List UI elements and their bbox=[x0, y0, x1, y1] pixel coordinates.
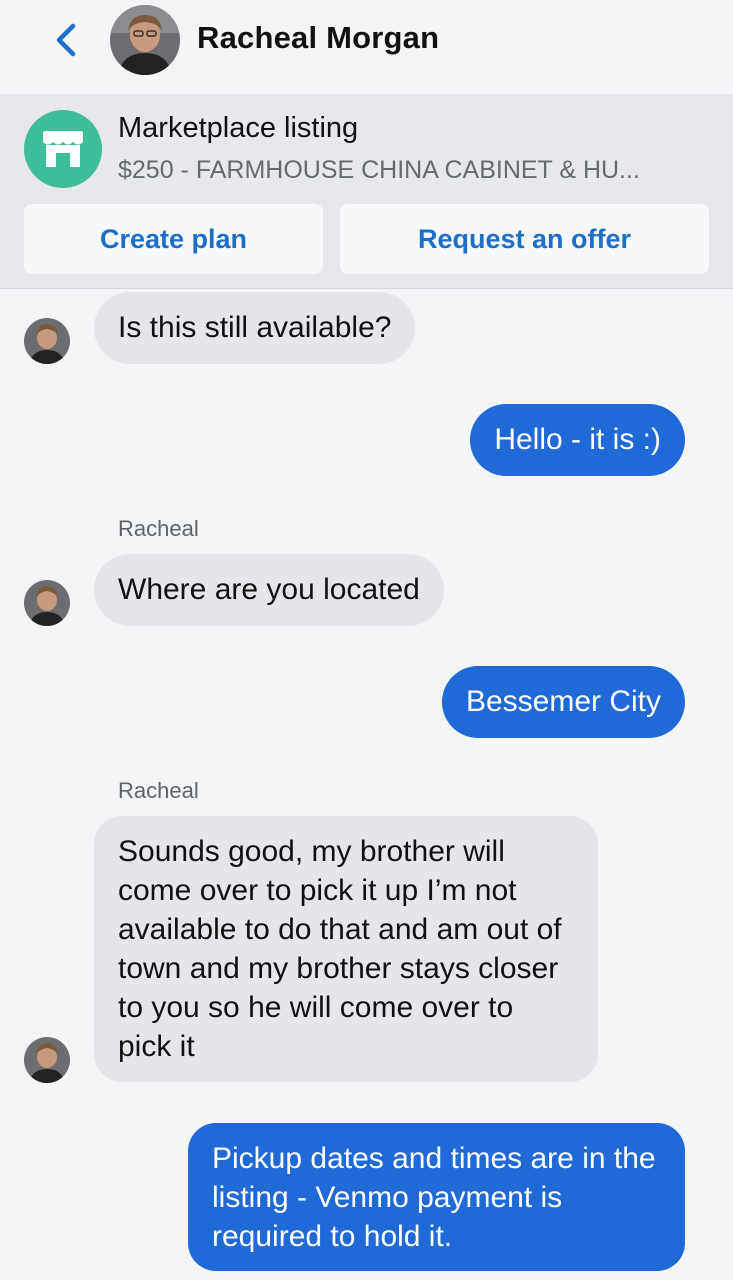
sender-avatar[interactable] bbox=[24, 580, 70, 626]
incoming-message[interactable]: Sounds good, my brother will come over t… bbox=[94, 816, 598, 1082]
sender-avatar[interactable] bbox=[24, 318, 70, 364]
chevron-left-icon bbox=[56, 23, 76, 57]
sender-name: Racheal bbox=[118, 516, 199, 541]
listing-subtitle[interactable]: $250 - FARMHOUSE CHINA CABINET & HU... bbox=[118, 156, 708, 185]
storefront-icon[interactable] bbox=[24, 110, 102, 188]
messenger-conversation: Racheal Morgan Marketplace listing $250 … bbox=[0, 0, 733, 1280]
contact-name[interactable]: Racheal Morgan bbox=[197, 20, 439, 56]
marketplace-listing-panel: Marketplace listing $250 - FARMHOUSE CHI… bbox=[0, 94, 733, 289]
sender-avatar[interactable] bbox=[24, 1037, 70, 1083]
listing-title[interactable]: Marketplace listing bbox=[118, 112, 358, 145]
outgoing-message[interactable]: Hello - it is :) bbox=[470, 404, 685, 476]
incoming-message[interactable]: Where are you located bbox=[94, 554, 444, 626]
contact-avatar[interactable] bbox=[110, 5, 180, 75]
back-button[interactable] bbox=[48, 20, 84, 60]
create-plan-button[interactable]: Create plan bbox=[24, 204, 323, 274]
request-offer-button[interactable]: Request an offer bbox=[340, 204, 709, 274]
outgoing-message[interactable]: Pickup dates and times are in the listin… bbox=[188, 1123, 685, 1271]
incoming-message[interactable]: Is this still available? bbox=[94, 292, 416, 364]
conversation-header: Racheal Morgan bbox=[0, 0, 733, 92]
sender-name: Racheal bbox=[118, 778, 199, 803]
outgoing-message[interactable]: Bessemer City bbox=[441, 666, 685, 738]
